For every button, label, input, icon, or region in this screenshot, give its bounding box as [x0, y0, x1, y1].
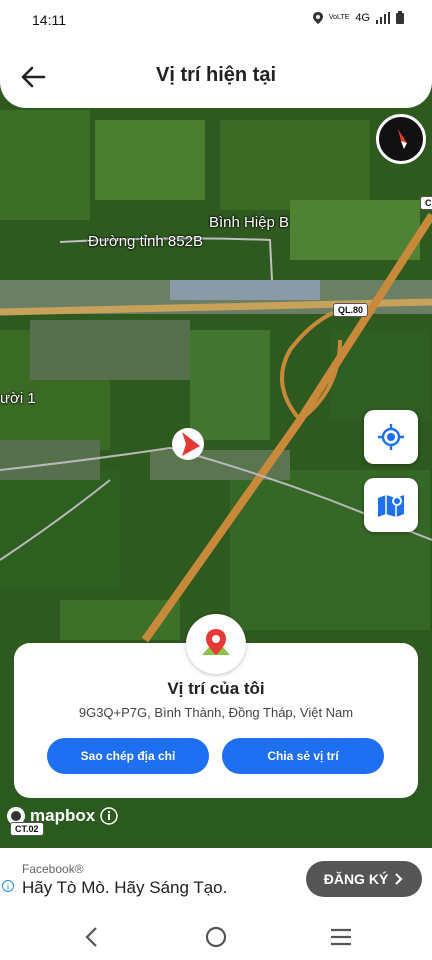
status-time: 14:11 [32, 12, 66, 28]
attribution-info-icon[interactable] [99, 806, 119, 826]
compass-icon [398, 129, 407, 149]
nav-home-icon[interactable] [205, 926, 227, 948]
volte-label: VoLTE [328, 14, 350, 21]
my-location-icon [378, 424, 404, 450]
page-title: Vị trí hiện tại [155, 64, 277, 86]
chevron-right-icon [395, 873, 403, 885]
location-pin-bubble [186, 614, 246, 674]
copy-address-button[interactable]: Sao chép địa chỉ [47, 738, 209, 774]
share-location-button[interactable]: Chia sẻ vị trí [222, 738, 384, 774]
location-status-icon [312, 11, 323, 24]
signal-icon [376, 11, 390, 24]
info-icon[interactable]: i [2, 880, 14, 892]
location-card-title: Vị trí của tôi [167, 679, 265, 698]
system-nav-bar [0, 914, 432, 960]
map-label-road: Đường tỉnh 852B [88, 233, 203, 250]
compass-button[interactable] [376, 114, 426, 164]
location-address: 9G3Q+P7G, Bình Thành, Đồng Tháp, Việt Na… [78, 705, 354, 720]
map-label-village: Bình Hiệp B [209, 214, 290, 231]
highway-shield: QL.80 [333, 303, 369, 317]
ad-cta-button[interactable]: ĐĂNG KÝ [306, 861, 422, 897]
status-icons: VoLTE 4G [312, 11, 404, 24]
map-layers-icon [378, 495, 404, 517]
nav-menu-icon[interactable] [330, 928, 352, 946]
network-label: 4G [355, 11, 370, 24]
my-location-marker[interactable] [172, 428, 204, 460]
location-pin-icon [202, 629, 230, 655]
corner-shield: CT.02 [10, 822, 44, 836]
battery-icon [396, 11, 404, 24]
ad-banner[interactable]: i Facebook® Hãy Tò Mò. Hãy Sáng Tạo. ĐĂN… [0, 848, 432, 914]
ad-advertiser: Facebook® [22, 862, 84, 876]
status-bar: 14:11 VoLTE 4G [0, 0, 432, 40]
my-location-button[interactable] [364, 410, 418, 464]
ad-cta-label: ĐĂNG KÝ [323, 871, 389, 887]
edge-shield: C [420, 196, 432, 210]
nav-back-icon[interactable] [84, 926, 100, 948]
ad-headline: Hãy Tò Mò. Hãy Sáng Tạo. [22, 878, 228, 897]
map-layers-button[interactable] [364, 478, 418, 532]
map-label-partial-place: ười 1 [0, 390, 36, 407]
